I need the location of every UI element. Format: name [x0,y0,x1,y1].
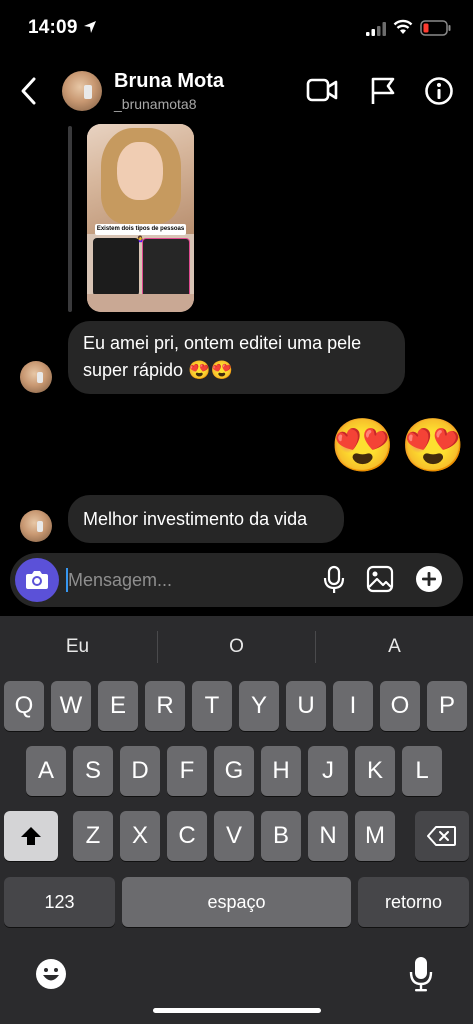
info-icon[interactable] [424,76,454,106]
back-chevron-icon[interactable] [18,76,40,106]
key-o[interactable]: O [380,681,420,731]
key-g[interactable]: G [214,746,254,796]
story-screenshot-right [142,238,190,298]
outgoing-emoji-message[interactable]: 😍😍 [330,416,472,476]
reply-quote-bar [68,126,72,312]
key-c[interactable]: C [167,811,207,861]
key-s[interactable]: S [73,746,113,796]
key-p[interactable]: P [427,681,467,731]
battery-low-icon [420,20,451,36]
wifi-icon [393,19,413,34]
backspace-icon [427,826,456,846]
incoming-message-bubble[interactable]: Eu amei pri, ontem editei uma pele super… [68,321,405,394]
key-x[interactable]: X [120,811,160,861]
sender-avatar[interactable] [20,510,52,542]
contact-avatar[interactable] [62,71,102,111]
camera-icon [26,571,48,589]
sender-avatar[interactable] [20,361,52,393]
story-reply-thumbnail[interactable]: Existem dois tipos de pessoas 🤷‍♀️ [87,124,194,312]
key-e[interactable]: E [98,681,138,731]
location-arrow-icon [84,21,96,33]
key-l[interactable]: L [402,746,442,796]
emoji-keyboard-icon[interactable] [35,958,67,990]
message-text-line: super rápido 😍😍 [83,360,233,380]
status-bar: 14:09 [0,0,473,58]
incoming-message-bubble[interactable]: Melhor investimento da vida [68,495,344,543]
key-b[interactable]: B [261,811,301,861]
chat-header: Bruna Mota _brunamota8 [0,58,473,124]
backspace-key[interactable] [415,811,469,861]
story-caption: Existem dois tipos de pessoas 🤷‍♀️ [95,224,186,243]
key-y[interactable]: Y [239,681,279,731]
message-text-line: Eu amei pri, ontem editei uma pele [83,333,362,353]
key-a[interactable]: A [26,746,66,796]
predictive-bar: Eu O A [0,616,473,678]
message-composer [10,553,463,607]
contact-handle[interactable]: _brunamota8 [114,96,197,112]
home-indicator[interactable] [153,1008,321,1013]
key-u[interactable]: U [286,681,326,731]
key-t[interactable]: T [192,681,232,731]
keyboard: Eu O A Q W E R T Y U I O P A S D F G H J… [0,616,473,1024]
suggestion-item[interactable]: Eu [0,616,155,678]
key-q[interactable]: Q [4,681,44,731]
video-call-icon[interactable] [306,76,338,104]
suggestion-item[interactable]: O [159,616,314,678]
status-time: 14:09 [28,17,78,38]
key-k[interactable]: K [355,746,395,796]
space-key[interactable]: espaço [122,877,351,927]
key-r[interactable]: R [145,681,185,731]
add-plus-icon[interactable] [415,565,443,593]
shift-key[interactable] [4,811,58,861]
key-m[interactable]: M [355,811,395,861]
key-j[interactable]: J [308,746,348,796]
key-f[interactable]: F [167,746,207,796]
message-thread[interactable]: Existem dois tipos de pessoas 🤷‍♀️ Eu am… [0,124,473,556]
story-photo [87,124,194,234]
key-v[interactable]: V [214,811,254,861]
key-z[interactable]: Z [73,811,113,861]
microphone-icon[interactable] [323,565,345,595]
key-n[interactable]: N [308,811,348,861]
dictation-microphone-icon[interactable] [409,956,433,992]
flag-report-icon[interactable] [370,76,396,106]
cellular-signal-icon [366,22,386,36]
message-text: Melhor investimento da vida [83,509,308,529]
suggestion-item[interactable]: A [317,616,472,678]
return-key[interactable]: retorno [358,877,469,927]
shift-arrow-icon [21,827,41,845]
camera-button[interactable] [15,558,59,602]
contact-name[interactable]: Bruna Mota [114,70,224,93]
key-h[interactable]: H [261,746,301,796]
key-d[interactable]: D [120,746,160,796]
message-input[interactable] [68,565,308,595]
numbers-key[interactable]: 123 [4,877,115,927]
gallery-icon[interactable] [366,565,394,593]
key-i[interactable]: I [333,681,373,731]
story-screenshot-left [93,238,139,296]
key-w[interactable]: W [51,681,91,731]
